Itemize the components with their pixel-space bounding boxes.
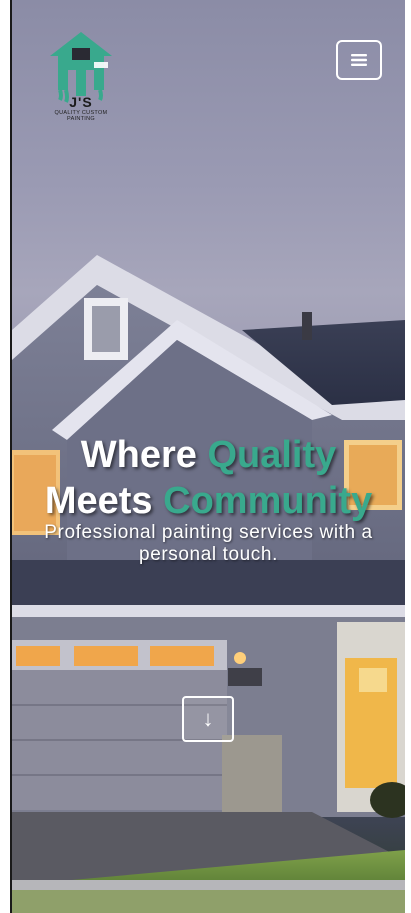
hero-title-word-where: Where — [80, 434, 208, 476]
hero-subtitle: Professional painting services with a pe… — [44, 522, 373, 565]
hamburger-icon — [351, 54, 367, 66]
hero-title: Where Quality Meets Community — [12, 432, 405, 524]
hero-title-word-quality: Quality — [207, 434, 337, 476]
menu-button[interactable] — [336, 40, 382, 80]
hero-title-word-meets: Meets — [44, 480, 164, 522]
scroll-down-button[interactable]: ↓ — [182, 696, 234, 742]
hero-title-word-community: Community — [163, 480, 373, 522]
hero-section: J'S QUALITY CUSTOM PAINTING Where Qualit… — [10, 0, 405, 913]
logo-subtitle-line2: PAINTING — [67, 116, 95, 122]
logo-title: J'S — [69, 94, 93, 110]
arrow-down-icon: ↓ — [202, 706, 214, 731]
logo-subtitle: QUALITY CUSTOM PAINTING — [40, 110, 122, 122]
